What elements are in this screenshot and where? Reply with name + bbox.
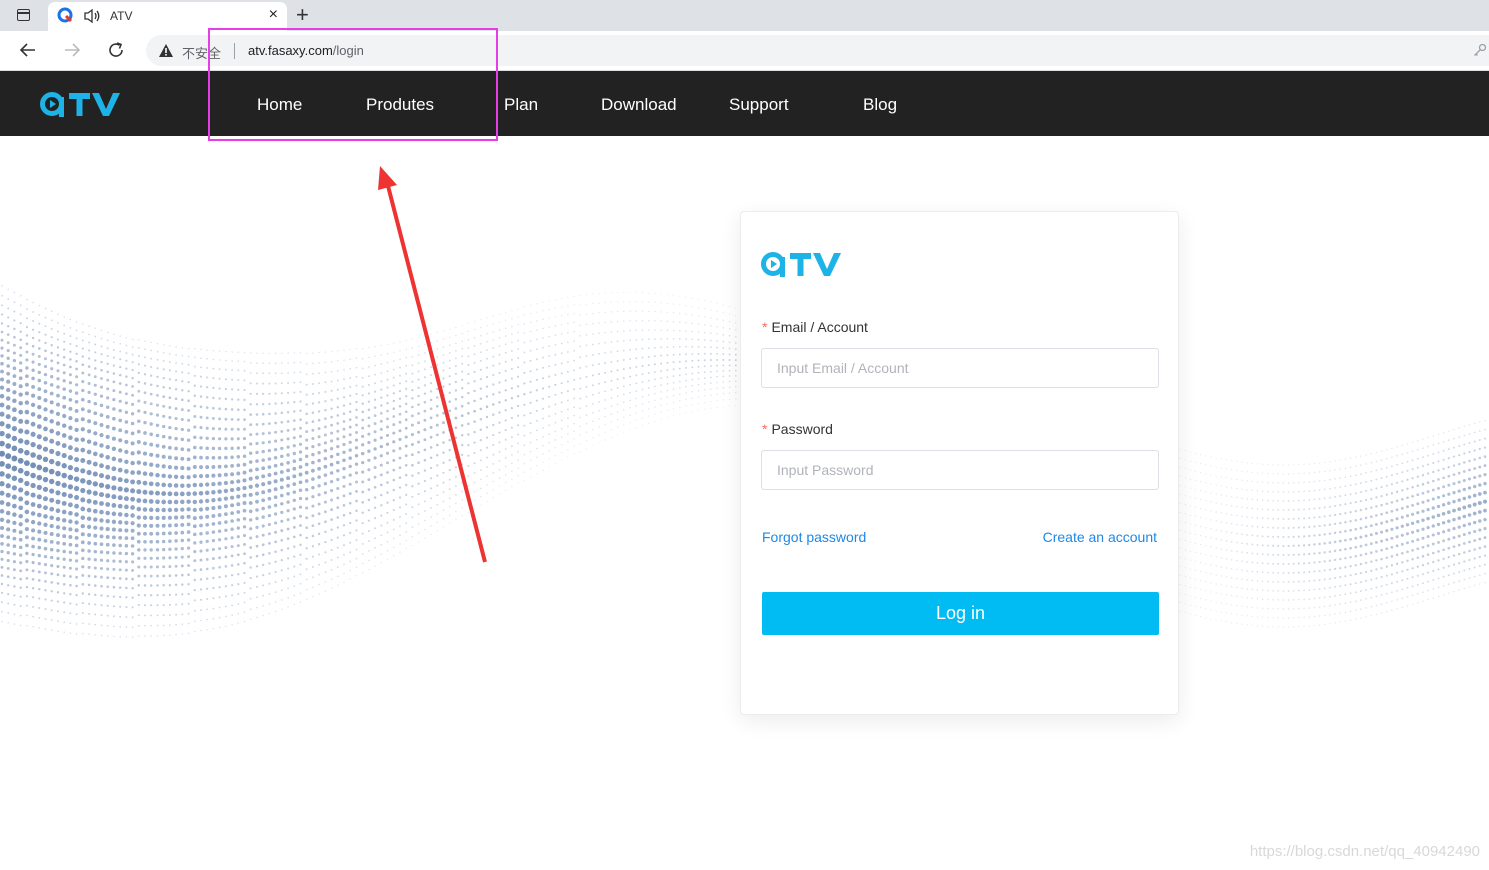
tab-actions-icon[interactable] bbox=[17, 9, 30, 21]
login-button[interactable]: Log in bbox=[762, 592, 1159, 635]
email-label: * Email / Account bbox=[762, 319, 868, 335]
site-favicon-icon bbox=[57, 7, 73, 23]
nav-support[interactable]: Support bbox=[729, 95, 789, 115]
email-label-text: Email / Account bbox=[771, 319, 868, 335]
watermark: https://blog.csdn.net/qq_40942490 bbox=[1249, 843, 1480, 860]
reload-icon[interactable] bbox=[103, 37, 129, 63]
tab-title: ATV bbox=[110, 9, 133, 23]
annotation-highlight-box bbox=[208, 28, 498, 141]
tab-close-icon[interactable]: × bbox=[269, 6, 278, 24]
audio-playing-icon[interactable] bbox=[83, 8, 101, 24]
key-icon[interactable] bbox=[1473, 43, 1487, 57]
card-atv-logo bbox=[761, 252, 841, 277]
password-label: * Password bbox=[762, 421, 833, 437]
browser-tab[interactable]: ATV × bbox=[48, 2, 287, 31]
back-icon[interactable] bbox=[15, 37, 41, 63]
forward-icon[interactable] bbox=[59, 37, 85, 63]
atv-logo[interactable] bbox=[40, 90, 124, 118]
forgot-password-link[interactable]: Forgot password bbox=[762, 529, 866, 545]
warning-icon[interactable] bbox=[158, 43, 174, 58]
browser-tab-strip: ATV × + bbox=[0, 0, 1489, 31]
nav-download[interactable]: Download bbox=[601, 95, 677, 115]
nav-plan[interactable]: Plan bbox=[504, 95, 538, 115]
email-field[interactable] bbox=[761, 348, 1159, 388]
required-mark: * bbox=[762, 319, 768, 335]
new-tab-button[interactable]: + bbox=[296, 2, 309, 28]
password-field[interactable] bbox=[761, 450, 1159, 490]
create-account-link[interactable]: Create an account bbox=[1043, 529, 1157, 545]
password-label-text: Password bbox=[771, 421, 833, 437]
required-mark: * bbox=[762, 421, 768, 437]
login-card: *Email / Account *Password Forgot passwo… bbox=[740, 211, 1179, 715]
nav-blog[interactable]: Blog bbox=[863, 95, 897, 115]
